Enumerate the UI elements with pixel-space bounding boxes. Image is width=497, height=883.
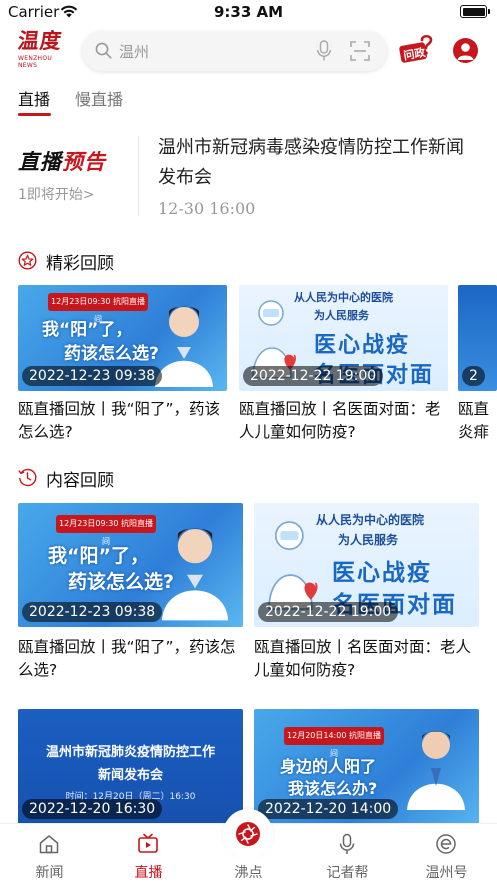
tab-slow-live[interactable]: 慢直播 [75, 86, 123, 110]
preview-time: 12-30 16:00 [158, 199, 256, 218]
card-thumbnail[interactable]: 12月23日09:30 抗阳直播间 我“阳”了， 药该怎么选? 2022-12-… [18, 285, 227, 391]
live-preview-subtitle[interactable]: 1即将开始> [18, 184, 139, 204]
preview-headline[interactable]: 温州市新冠病毒感染疫情防控工作新闻发布会 [158, 133, 476, 193]
thumb-headline-1: 温州市新冠肺炎疫情防控工作 [45, 745, 215, 760]
search-input[interactable]: 温州 [119, 41, 149, 62]
card-thumbnail[interactable]: 2 [458, 285, 497, 391]
nav-live-label: 直播 [134, 865, 163, 881]
content-card[interactable]: 12月23日09:30 抗阳直播间 我“阳”了， 药该怎么选? 2022-12-… [18, 503, 244, 689]
logo-glyphs: 温度 [16, 28, 64, 53]
live-preview-title-red: 预告 [62, 150, 106, 174]
search-icon [95, 42, 112, 59]
highlight-card[interactable]: 12月23日09:30 抗阳直播间 我“阳”了， 药该怎么选? 2022-12-… [18, 285, 228, 445]
search-bar[interactable]: 温州 [82, 31, 387, 71]
card-thumbnail[interactable]: 12月20日14:00 抗阳直播间 身边的人阳了 我该怎么办? 2022-12-… [254, 709, 479, 823]
highlight-card[interactable]: 2 瓯直炎痱 [458, 285, 497, 445]
card-date-badge: 2022-12-23 09:38 [22, 366, 163, 386]
nav-reporter-help-label: 记者帮 [326, 865, 369, 881]
thumb-banner: 12月23日09:30 抗阳直播间 [56, 515, 156, 546]
card-date-badge: 2022-12-22 19:00 [243, 366, 384, 386]
thumb-headline-1: 医心战疫 [314, 333, 411, 358]
card-title[interactable]: 瓯直播回放丨我“阳了”，药该怎么选? [18, 398, 225, 445]
mic-icon [339, 833, 355, 854]
live-preview-badge[interactable]: 直播预告 1即将开始> [18, 140, 139, 216]
thumb-top-line-1: 从人民为中心的医院 [294, 291, 393, 304]
content-card[interactable]: 从人民为中心的医院 为人民服务 医心战疫 名医面对面 2022-12-22 19… [254, 503, 480, 689]
thumb-headline-1: 我“阳”了， [42, 320, 133, 340]
card-thumbnail[interactable]: 从人民为中心的医院 为人民服务 医心战疫 名医面对面 2022-12-22 19… [239, 285, 448, 391]
nav-news-label: 新闻 [35, 865, 64, 881]
thumb-headline-1: 身边的人阳了 [280, 757, 377, 776]
active-tab-indicator [18, 113, 51, 116]
thumb-top-line-1: 从人民为中心的医院 [316, 513, 425, 527]
preview-divider [138, 136, 139, 216]
highlight-card[interactable]: 从人民为中心的医院 为人民服务 医心战疫 名医面对面 2022-12-22 19… [239, 285, 449, 445]
card-thumbnail[interactable]: 12月23日09:30 抗阳直播间 我“阳”了， 药该怎么选? 2022-12-… [18, 503, 243, 627]
home-icon [39, 835, 59, 854]
wenzheng-icon[interactable]: 问政 [398, 34, 436, 68]
content-card[interactable]: 温州市新冠肺炎疫情防控工作 新闻发布会 时间：12月20日（周二）16:30 2… [18, 709, 244, 823]
doctor-image [407, 731, 465, 810]
thumb-headline-2: 新闻发布会 [97, 768, 163, 783]
star-icon [18, 251, 37, 270]
card-date-badge: 2 [462, 366, 485, 386]
clock-icon [18, 468, 37, 487]
thumb-headline-2: 我该怎么办? [288, 779, 378, 798]
nav-hotspot-label: 沸点 [234, 865, 263, 881]
thumb-headline-1: 我“阳”了， [48, 545, 149, 567]
nav-wenzhou-account[interactable]: 温州号 [397, 824, 496, 883]
content-review-label: 内容回顾 [46, 471, 114, 491]
thumb-top-line-2: 为人民服务 [338, 533, 399, 547]
nav-live[interactable]: 直播 [99, 824, 198, 883]
card-title[interactable]: 瓯直播回放丨我“阳了”，药该怎么选? [18, 636, 244, 686]
thumb-top-line-2: 为人民服务 [314, 309, 369, 322]
card-thumbnail[interactable]: 从人民为中心的医院 为人民服务 医心战疫 名医面对面 2022-12-22 19… [254, 503, 479, 627]
nav-news[interactable]: 新闻 [0, 824, 99, 883]
highlights-label: 精彩回顾 [46, 254, 114, 274]
card-title[interactable]: 瓯直播回放丨名医面对面：老人儿童如何防疫? [254, 636, 478, 686]
thumb-headline-1: 医心战疫 [332, 560, 432, 586]
card-date-badge: 2022-12-22 19:00 [258, 602, 399, 622]
live-preview-title: 直播预告 [18, 146, 139, 176]
doctor-image [161, 528, 229, 621]
nav-wenzhou-account-label: 温州号 [425, 865, 468, 881]
card-title[interactable]: 瓯直炎痱 [458, 398, 497, 445]
thumb-headline-2: 药该怎么选? [64, 344, 159, 364]
card-date-badge: 2022-12-20 16:30 [22, 799, 163, 819]
app-logo[interactable]: 温度 WENZHOU NEWS [16, 28, 70, 72]
aperture-icon[interactable] [236, 822, 260, 846]
battery-icon [460, 5, 490, 18]
clock: 9:33 AM [213, 3, 284, 21]
card-thumbnail[interactable]: 温州市新冠肺炎疫情防控工作 新闻发布会 时间：12月20日（周二）16:30 2… [18, 709, 243, 823]
user-profile-icon[interactable] [453, 38, 478, 63]
nav-reporter-help[interactable]: 记者帮 [298, 824, 397, 883]
status-bar: Carrier 9:33 AM [0, 0, 497, 26]
tv-icon [138, 833, 158, 853]
card-date-badge: 2022-12-20 14:00 [258, 799, 399, 819]
thumb-banner: 12月23日09:30 抗阳直播间 [48, 293, 148, 324]
card-date-badge: 2022-12-23 09:38 [22, 602, 163, 622]
live-preview-title-black: 直播 [18, 150, 62, 174]
content-card[interactable]: 12月20日14:00 抗阳直播间 身边的人阳了 我该怎么办? 2022-12-… [254, 709, 480, 823]
e-icon [436, 834, 456, 854]
microphone-icon[interactable] [316, 40, 332, 62]
thumb-banner: 12月20日14:00 抗阳直播间 [284, 727, 384, 758]
tab-live[interactable]: 直播 [18, 86, 50, 110]
card-title[interactable]: 瓯直播回放丨名医面对面：老人儿童如何防疫? [239, 398, 444, 445]
scan-icon[interactable] [350, 41, 370, 61]
logo-subtitle: WENZHOU NEWS [18, 55, 53, 69]
